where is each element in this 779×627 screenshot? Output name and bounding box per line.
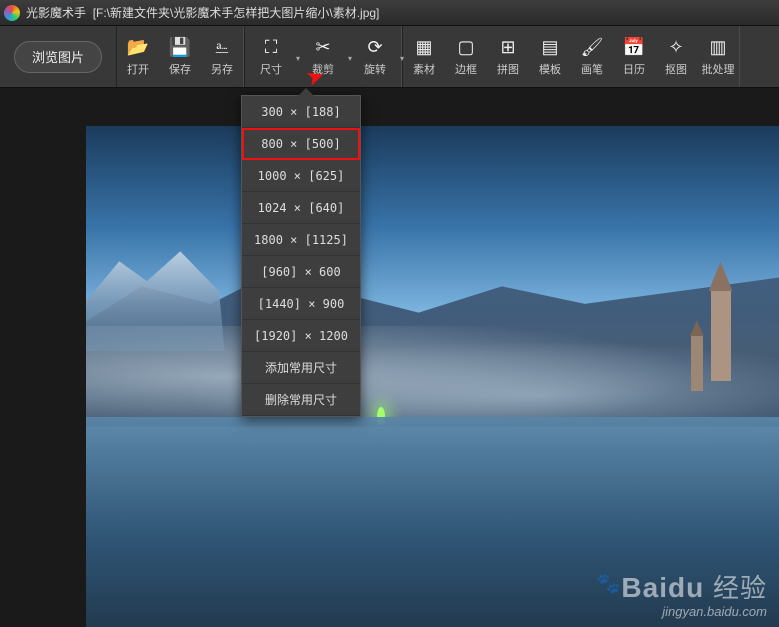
app-icon (4, 5, 20, 21)
crop-icon: ✂ (315, 38, 330, 58)
border-icon: ▢ (457, 38, 474, 58)
collage-icon: ⊞ (500, 38, 515, 58)
brush-button[interactable]: 🖌画笔 (571, 26, 613, 88)
resize-icon: ⛶ (265, 38, 278, 58)
window-titlebar: 光影魔术手 [F:\新建文件夹\光影魔术手怎样把大图片缩小\素材.jpg] (0, 0, 779, 26)
size-option[interactable]: [1440] × 900 (242, 288, 360, 320)
cutout-icon: ✧ (668, 38, 683, 58)
size-option[interactable]: [1920] × 1200 (242, 320, 360, 352)
watermark: 🐾Baidu 经验 jingyan.baidu.com (596, 574, 767, 619)
size-option[interactable]: 1024 × [640] (242, 192, 360, 224)
delete-preset-size[interactable]: 删除常用尺寸 (242, 384, 360, 416)
size-option[interactable]: 300 × [188] (242, 96, 360, 128)
open-button[interactable]: 📂打开 (117, 26, 159, 88)
rotate-button[interactable]: ⟳旋转▾ (349, 26, 401, 88)
material-icon: ▦ (415, 38, 432, 58)
add-preset-size[interactable]: 添加常用尺寸 (242, 352, 360, 384)
saveas-button[interactable]: ⎁另存 (201, 26, 243, 88)
size-option[interactable]: 1000 × [625] (242, 160, 360, 192)
size-option[interactable]: [960] × 600 (242, 256, 360, 288)
calendar-button[interactable]: 📅日历 (613, 26, 655, 88)
app-name: 光影魔术手 (26, 4, 86, 21)
template-icon: ▤ (541, 38, 558, 58)
batch-button[interactable]: ▥批处理 (697, 26, 739, 88)
batch-icon: ▥ (709, 38, 726, 58)
collage-button[interactable]: ⊞拼图 (487, 26, 529, 88)
material-button[interactable]: ▦素材 (403, 26, 445, 88)
file-path: [F:\新建文件夹\光影魔术手怎样把大图片缩小\素材.jpg] (93, 4, 380, 21)
border-button[interactable]: ▢边框 (445, 26, 487, 88)
template-button[interactable]: ▤模板 (529, 26, 571, 88)
rotate-icon: ⟳ (367, 38, 382, 58)
size-dropdown-menu: 300 × [188] 800 × [500] 1000 × [625] 102… (241, 95, 361, 417)
calendar-icon: 📅 (623, 38, 645, 58)
save-icon: 💾 (169, 38, 191, 58)
main-toolbar: 浏览图片 📂打开 💾保存 ⎁另存 ⛶尺寸▾ ✂裁剪▾ ⟳旋转▾ ▦素材 ▢边框 … (0, 26, 779, 88)
cutout-button[interactable]: ✧抠图 (655, 26, 697, 88)
image-canvas[interactable] (86, 126, 779, 627)
browse-images-button[interactable]: 浏览图片 (14, 41, 102, 73)
crop-button[interactable]: ✂裁剪▾ (297, 26, 349, 88)
folder-open-icon: 📂 (127, 38, 149, 58)
save-button[interactable]: 💾保存 (159, 26, 201, 88)
size-option[interactable]: 800 × [500] (242, 128, 360, 160)
preview-image (86, 126, 779, 627)
brush-icon: 🖌 (581, 38, 604, 58)
saveas-icon: ⎁ (215, 38, 229, 58)
size-option[interactable]: 1800 × [1125] (242, 224, 360, 256)
size-button[interactable]: ⛶尺寸▾ (245, 26, 297, 88)
